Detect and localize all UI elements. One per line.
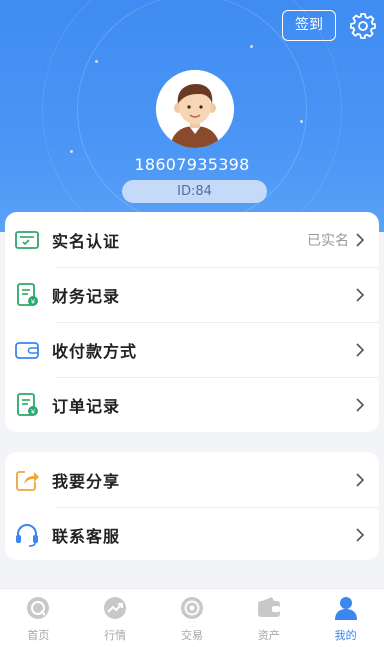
- tab-trade[interactable]: 交易: [154, 589, 231, 647]
- tab-label: 交易: [180, 629, 203, 642]
- user-id-badge: ID:84: [122, 180, 267, 203]
- profile-header: 签到 18607935398 ID:84: [0, 0, 384, 232]
- id-card-icon: [15, 230, 39, 249]
- tab-label: 首页: [27, 629, 50, 642]
- tab-profile[interactable]: 我的: [307, 589, 384, 647]
- tab-market[interactable]: 行情: [77, 589, 154, 647]
- decor-star: [70, 150, 73, 153]
- menu-item-label: 联系客服: [52, 526, 121, 546]
- user-avatar-icon: [156, 70, 234, 148]
- tab-home[interactable]: 首页: [0, 589, 77, 647]
- menu-item-payment-methods[interactable]: 收付款方式: [5, 322, 379, 377]
- menu-item-finance-records[interactable]: ¥ 财务记录: [5, 267, 379, 322]
- share-icon: [16, 470, 39, 491]
- menu-item-label: 我要分享: [52, 471, 121, 491]
- finance-record-icon: ¥: [17, 282, 38, 306]
- tab-assets[interactable]: 资产: [230, 589, 307, 647]
- headset-icon: [16, 523, 38, 547]
- user-phone: 18607935398: [134, 155, 250, 174]
- decor-star: [300, 120, 303, 123]
- verification-status: 已实名: [307, 232, 349, 249]
- menu-item-label: 订单记录: [52, 396, 121, 416]
- profile-icon: [334, 597, 357, 620]
- tab-label: 资产: [257, 629, 280, 642]
- avatar[interactable]: [156, 70, 234, 148]
- sign-in-button[interactable]: 签到: [282, 10, 336, 41]
- menu-item-label: 财务记录: [52, 286, 121, 306]
- chevron-right-icon: [356, 397, 365, 412]
- home-icon: [27, 597, 50, 619]
- chevron-right-icon: [356, 232, 365, 247]
- tab-label: 行情: [104, 629, 127, 642]
- decor-star: [95, 60, 98, 63]
- gear-icon[interactable]: [348, 11, 378, 41]
- decor-star: [250, 45, 253, 48]
- svg-text:¥: ¥: [31, 298, 36, 306]
- chevron-right-icon: [356, 527, 365, 542]
- menu-item-order-records[interactable]: ¥ 订单记录: [5, 377, 379, 432]
- wallet-icon: [15, 341, 39, 359]
- menu-item-verification[interactable]: 实名认证 已实名: [5, 212, 379, 267]
- menu-item-label: 实名认证: [52, 231, 121, 251]
- chevron-right-icon: [356, 287, 365, 302]
- market-icon: [104, 597, 127, 619]
- svg-text:¥: ¥: [31, 408, 36, 416]
- menu-item-customer-service[interactable]: 联系客服: [5, 507, 379, 562]
- trade-icon: [180, 597, 203, 619]
- chevron-right-icon: [356, 472, 365, 487]
- account-menu-card: 实名认证 已实名 ¥ 财务记录 收付款方式 ¥ 订单记录: [5, 212, 379, 432]
- chevron-right-icon: [356, 342, 365, 357]
- support-menu-card: 我要分享 联系客服: [5, 452, 379, 560]
- bottom-nav: 首页 行情 交易 资产 我的: [0, 588, 384, 647]
- assets-icon: [257, 597, 280, 617]
- order-record-icon: ¥: [17, 392, 38, 416]
- menu-item-label: 收付款方式: [52, 341, 138, 361]
- tab-label: 我的: [334, 629, 357, 642]
- menu-item-share[interactable]: 我要分享: [5, 452, 379, 507]
